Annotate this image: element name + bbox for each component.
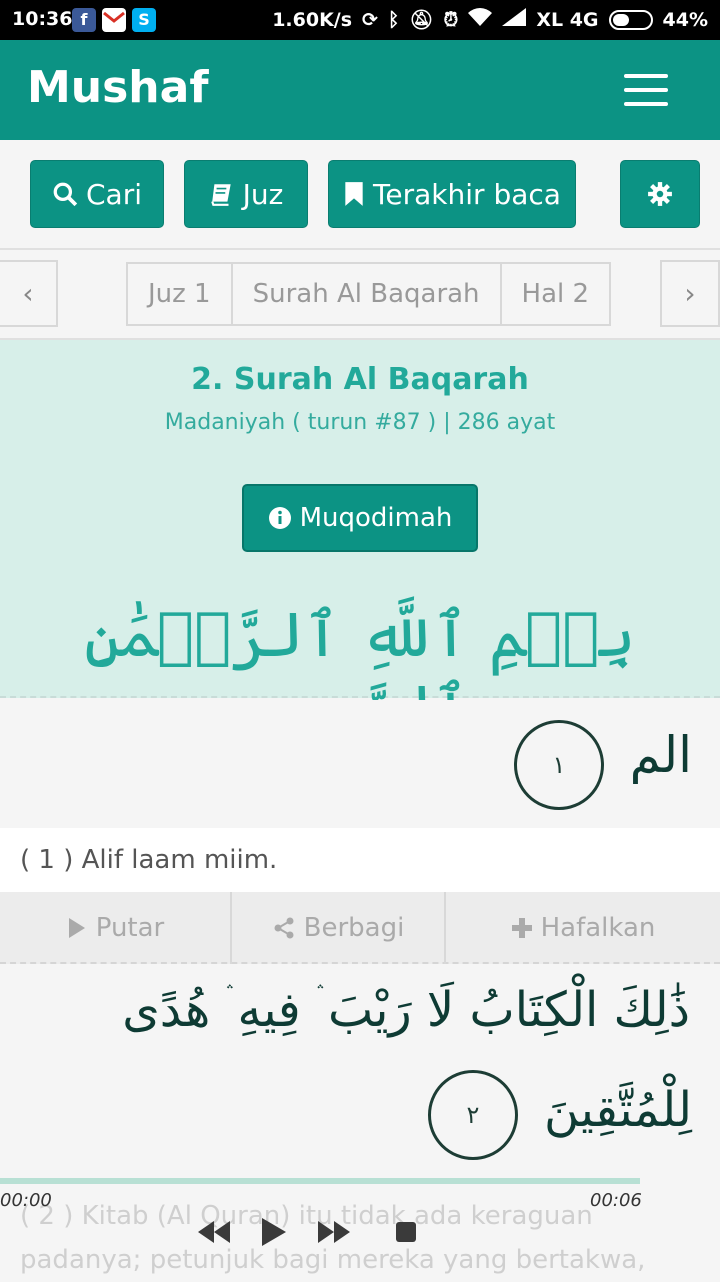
app-title: Mushaf [27, 62, 209, 113]
muqodimah-button[interactable]: Muqodimah [242, 484, 478, 552]
battery-fill [612, 13, 629, 26]
juz-button-label: Juz [242, 177, 284, 211]
plus-icon [511, 918, 532, 938]
battery-percent: 44% [662, 8, 708, 31]
network-speed: 1.60K/s [272, 8, 353, 31]
gmail-icon [102, 8, 126, 32]
ayah-actions: Putar Berbagi Hafalkan [0, 892, 720, 964]
play-label: Putar [95, 913, 165, 943]
ayah-2[interactable]: ذَٰلِكَ الْكِتَابُ لَا رَيْبَ ۛ فِيهِ ۛ … [0, 966, 720, 1178]
wifi-icon [468, 8, 493, 31]
alarm-icon: ⏰︎ [443, 8, 459, 31]
app-bar: Mushaf [0, 40, 720, 140]
breadcrumb-juz[interactable]: Juz 1 [128, 264, 233, 324]
surah-title: 2. Surah Al Baqarah [191, 362, 529, 397]
breadcrumb-page[interactable]: Hal 2 [502, 264, 610, 324]
ayah-1-translation: ( 1 ) Alif laam miim. [0, 828, 720, 892]
carrier-label: XL 4G [536, 8, 599, 31]
menu-line [624, 88, 668, 92]
search-icon [53, 182, 78, 207]
chevron-right-icon: › [684, 277, 696, 310]
ayah-1[interactable]: الم ١ [0, 700, 720, 828]
last-read-button-label: Terakhir baca [373, 177, 561, 211]
memorize-button[interactable]: Hafalkan [446, 892, 720, 964]
facebook-icon: f [72, 8, 96, 32]
audio-player: ( 2 ) Kitab (Al Quran) itu tidak ada ker… [0, 1178, 720, 1280]
ayah-2-number: ٢ [428, 1070, 518, 1160]
skype-icon: S [132, 8, 156, 32]
share-button[interactable]: Berbagi [232, 892, 446, 964]
battery-icon [608, 9, 653, 30]
status-time: 10:36 [12, 8, 73, 30]
mute-icon: 🔕︎ [409, 9, 434, 31]
breadcrumb-surah[interactable]: Surah Al Baqarah [233, 264, 502, 324]
bookmark-icon [345, 182, 363, 206]
ayah-2-text-line-2: لِلْمُتَّقِينَ [543, 1082, 692, 1138]
bluetooth-icon: ᛒ [387, 8, 400, 31]
play-icon [68, 918, 85, 938]
breadcrumb: Juz 1 Surah Al Baqarah Hal 2 [126, 262, 612, 326]
play-icon[interactable] [260, 1216, 288, 1248]
share-label: Berbagi [303, 913, 405, 943]
muqodimah-label: Muqodimah [299, 503, 453, 533]
signal-icon [502, 8, 527, 31]
hamburger-menu-button[interactable] [624, 74, 670, 106]
status-right: 1.60K/s ⟳ ᛒ 🔕︎ ⏰︎ XL 4G 44% [272, 8, 708, 31]
notification-icons: f S [72, 8, 156, 32]
player-controls [196, 1216, 418, 1248]
stop-icon[interactable] [394, 1220, 418, 1244]
chevron-left-icon: ‹ [22, 277, 34, 310]
search-button-label: Cari [86, 177, 142, 211]
play-button[interactable]: Putar [0, 892, 232, 964]
previous-page-button[interactable]: ‹ [0, 260, 58, 327]
toolbar: Cari Juz Terakhir baca [0, 140, 720, 250]
duration-time: 00:06 [590, 1190, 642, 1211]
ayah-1-text: الم [629, 726, 692, 784]
elapsed-time: 00:00 [0, 1190, 52, 1211]
book-icon [210, 184, 231, 206]
info-icon [268, 507, 291, 529]
ayah-2-text-line-1: ذَٰلِكَ الْكِتَابُ لَا رَيْبَ ۛ فِيهِ ۛ … [122, 982, 690, 1038]
surah-header: 2. Surah Al Baqarah Madaniyah ( turun #8… [0, 340, 720, 744]
memorize-label: Hafalkan [540, 913, 656, 943]
rewind-icon[interactable] [196, 1219, 232, 1245]
menu-line [624, 102, 668, 106]
fast-forward-icon[interactable] [316, 1219, 352, 1245]
audio-progress-bar[interactable] [0, 1178, 640, 1184]
juz-button[interactable]: Juz [184, 160, 308, 228]
last-read-button[interactable]: Terakhir baca [328, 160, 576, 228]
status-bar: 10:36 f S 1.60K/s ⟳ ᛒ 🔕︎ ⏰︎ XL 4G 44% [0, 0, 720, 40]
ayah-1-number: ١ [514, 720, 604, 810]
next-page-button[interactable]: › [660, 260, 720, 327]
settings-button[interactable] [620, 160, 700, 228]
share-icon [274, 917, 294, 939]
search-button[interactable]: Cari [30, 160, 164, 228]
menu-line [624, 74, 668, 78]
sync-icon: ⟳ [362, 8, 378, 31]
surah-meta: Madaniyah ( turun #87 ) | 286 ayat [164, 410, 556, 435]
page-navigation: ‹ Juz 1 Surah Al Baqarah Hal 2 › [0, 250, 720, 340]
gear-icon [648, 182, 672, 206]
